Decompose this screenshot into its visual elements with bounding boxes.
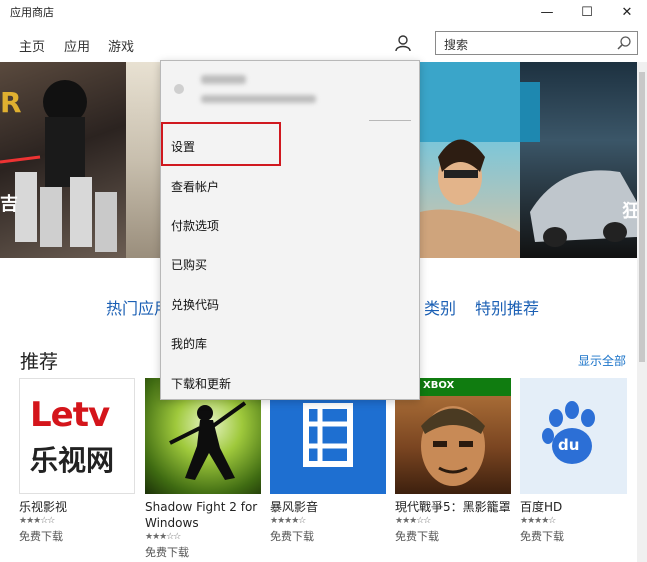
app-card[interactable]: du 百度HD ★★★★☆ 免费下载: [520, 378, 627, 544]
search-input[interactable]: 搜索: [444, 36, 468, 53]
nav-games[interactable]: 游戏: [108, 36, 134, 55]
app-card[interactable]: Shadow Fight 2 for Windows ★★★☆☆ 免费下载: [145, 378, 261, 560]
baidu-du-text: du: [558, 436, 580, 454]
app-icon-letv: Letv 乐视网: [19, 378, 135, 494]
app-name: 百度HD: [520, 500, 563, 514]
account-email-redacted: [201, 95, 316, 103]
avatar-icon: [174, 84, 184, 94]
account-name-redacted: [201, 75, 246, 84]
search-icon[interactable]: [616, 35, 632, 51]
rating-stars: ★★★★☆: [270, 516, 306, 526]
header-divider: [369, 120, 411, 121]
nav-apps[interactable]: 应用: [64, 36, 90, 55]
account-menu: 设置 查看帐户 付款选项 已购买 兑换代码 我的库 下载和更新: [160, 60, 420, 400]
soldier-icon: [421, 406, 485, 486]
app-name: 暴风影音: [270, 500, 319, 514]
minimize-button[interactable]: —: [527, 0, 567, 24]
app-name: 現代戰爭5：黑影籠罩: [395, 500, 511, 514]
rating-stars: ★★★☆☆: [395, 516, 431, 526]
rating-stars: ★★★☆☆: [145, 532, 181, 542]
close-button[interactable]: ✕: [607, 0, 647, 24]
app-price: 免费下载: [19, 530, 63, 543]
section-title: 推荐: [20, 351, 59, 373]
menu-item-redeem[interactable]: 兑换代码: [171, 296, 219, 313]
app-icon-baidu: du: [520, 378, 627, 494]
app-name: 乐视影视: [19, 500, 68, 514]
hero-label-left: R: [0, 86, 22, 119]
app-price: 免费下载: [395, 530, 439, 543]
hero-tile-racing[interactable]: 狂: [520, 62, 637, 258]
letv-logo-text: Letv: [30, 395, 110, 435]
scrollbar-thumb[interactable]: [639, 72, 645, 362]
rating-stars: ★★★★☆: [520, 516, 556, 526]
letv-logo-cn: 乐视网: [30, 444, 115, 477]
hero-label-right: 狂: [622, 201, 637, 222]
category-featured[interactable]: 特别推荐: [475, 295, 539, 319]
racing-art: [520, 82, 637, 247]
title-bar: 应用商店 — ☐ ✕: [0, 0, 647, 26]
hero-tile-star-wars[interactable]: R 吉: [0, 62, 126, 258]
settings-highlight-box: [161, 122, 281, 166]
show-all-link[interactable]: 显示全部: [578, 352, 626, 369]
app-title: 应用商店: [10, 6, 54, 19]
app-price: 免费下载: [270, 530, 314, 543]
menu-item-purchased[interactable]: 已购买: [171, 256, 207, 273]
app-card[interactable]: Letv 乐视网 乐视影视 ★★★☆☆ 免费下载: [19, 378, 135, 544]
search-box[interactable]: 搜索: [435, 31, 638, 55]
menu-item-downloads[interactable]: 下载和更新: [171, 375, 231, 392]
menu-item-my-library[interactable]: 我的库: [171, 335, 207, 352]
category-categories[interactable]: 类别: [424, 295, 456, 319]
app-name: Shadow Fight 2 for Windows: [145, 500, 258, 530]
user-icon[interactable]: [393, 33, 413, 53]
hero-tile-toy[interactable]: [126, 62, 160, 258]
menu-item-view-account[interactable]: 查看帐户: [171, 178, 219, 195]
app-price: 免费下载: [145, 546, 189, 559]
app-card[interactable]: XBOX 現代戰爭5：黑影籠罩 ★★★☆☆ 免费下载: [395, 378, 511, 544]
maximize-button[interactable]: ☐: [567, 0, 607, 24]
rating-stars: ★★★☆☆: [19, 516, 55, 526]
app-card[interactable]: 暴风影音 ★★★★☆ 免费下载: [270, 378, 386, 544]
hero-tile-beach[interactable]: [420, 62, 520, 258]
hero-label-left2: 吉: [0, 194, 18, 215]
xbox-label: XBOX: [423, 380, 455, 391]
beach-art: [420, 62, 520, 258]
nav-home[interactable]: 主页: [19, 36, 45, 55]
vertical-scrollbar[interactable]: [637, 62, 647, 562]
account-header[interactable]: [161, 61, 419, 123]
app-price: 免费下载: [520, 530, 564, 543]
menu-item-payment[interactable]: 付款选项: [171, 217, 219, 234]
